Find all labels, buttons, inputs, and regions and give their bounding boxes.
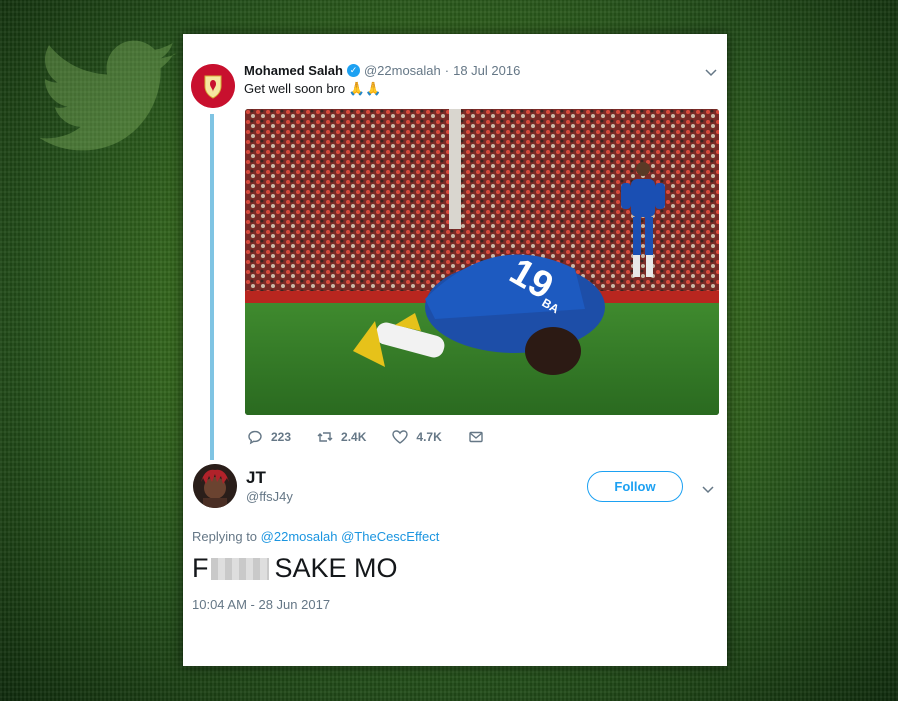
replying-to-line: Replying to @22mosalah @TheCescEffect: [192, 529, 439, 544]
original-tweet-header: Mohamed Salah ✓ @22mosalah · 18 Jul 2016: [244, 63, 520, 78]
follow-button[interactable]: Follow: [587, 471, 683, 502]
tweet-date[interactable]: 18 Jul 2016: [453, 63, 520, 78]
salah-avatar[interactable]: [191, 64, 235, 108]
reply-text-prefix: F: [192, 553, 209, 583]
reply-author-name[interactable]: JT: [246, 468, 266, 488]
reply-text: F SAKE MO: [192, 553, 398, 584]
retweet-count: 2.4K: [341, 430, 367, 444]
author-handle[interactable]: @22mosalah: [364, 63, 441, 78]
tweet-text: Get well soon bro 🙏🙏: [244, 81, 381, 97]
reply-timestamp[interactable]: 10:04 AM - 28 Jun 2017: [192, 597, 330, 612]
retweet-action[interactable]: 2.4K: [317, 429, 366, 445]
reply-action[interactable]: 223: [247, 429, 291, 445]
praying-hands-emoji: 🙏🙏: [348, 81, 382, 96]
reply-text-suffix: SAKE MO: [274, 553, 398, 583]
dm-action[interactable]: [468, 429, 484, 445]
reply-icon: [248, 430, 262, 445]
tweet-body: Get well soon bro: [244, 81, 346, 96]
censor-block: [210, 557, 269, 580]
date-separator: ·: [444, 63, 450, 78]
replying-label: Replying to: [192, 529, 258, 544]
like-action[interactable]: 4.7K: [392, 429, 442, 445]
retweet-icon: [317, 432, 333, 442]
twitter-bird-icon: [40, 40, 177, 151]
verified-badge-icon: ✓: [346, 64, 360, 77]
mention-link[interactable]: @TheCescEffect: [341, 529, 439, 544]
mention-link[interactable]: @22mosalah: [261, 529, 338, 544]
tweet-card: Mohamed Salah ✓ @22mosalah · 18 Jul 2016…: [183, 34, 727, 666]
author-name[interactable]: Mohamed Salah: [244, 63, 343, 78]
thread-connector-line: [210, 114, 214, 460]
like-count: 4.7K: [416, 430, 442, 444]
reply-author-handle[interactable]: @ffsJ4y: [246, 489, 293, 504]
tweet-photo[interactable]: 19 BA: [245, 109, 719, 415]
jt-avatar[interactable]: [193, 464, 237, 508]
tweet-actions: 223 2.4K 4.7K: [247, 429, 510, 445]
heart-icon: [392, 430, 409, 444]
chevron-down-icon[interactable]: [705, 64, 717, 80]
reply-count: 223: [271, 430, 292, 444]
envelope-icon: [469, 431, 483, 443]
chevron-down-icon[interactable]: [702, 481, 714, 497]
